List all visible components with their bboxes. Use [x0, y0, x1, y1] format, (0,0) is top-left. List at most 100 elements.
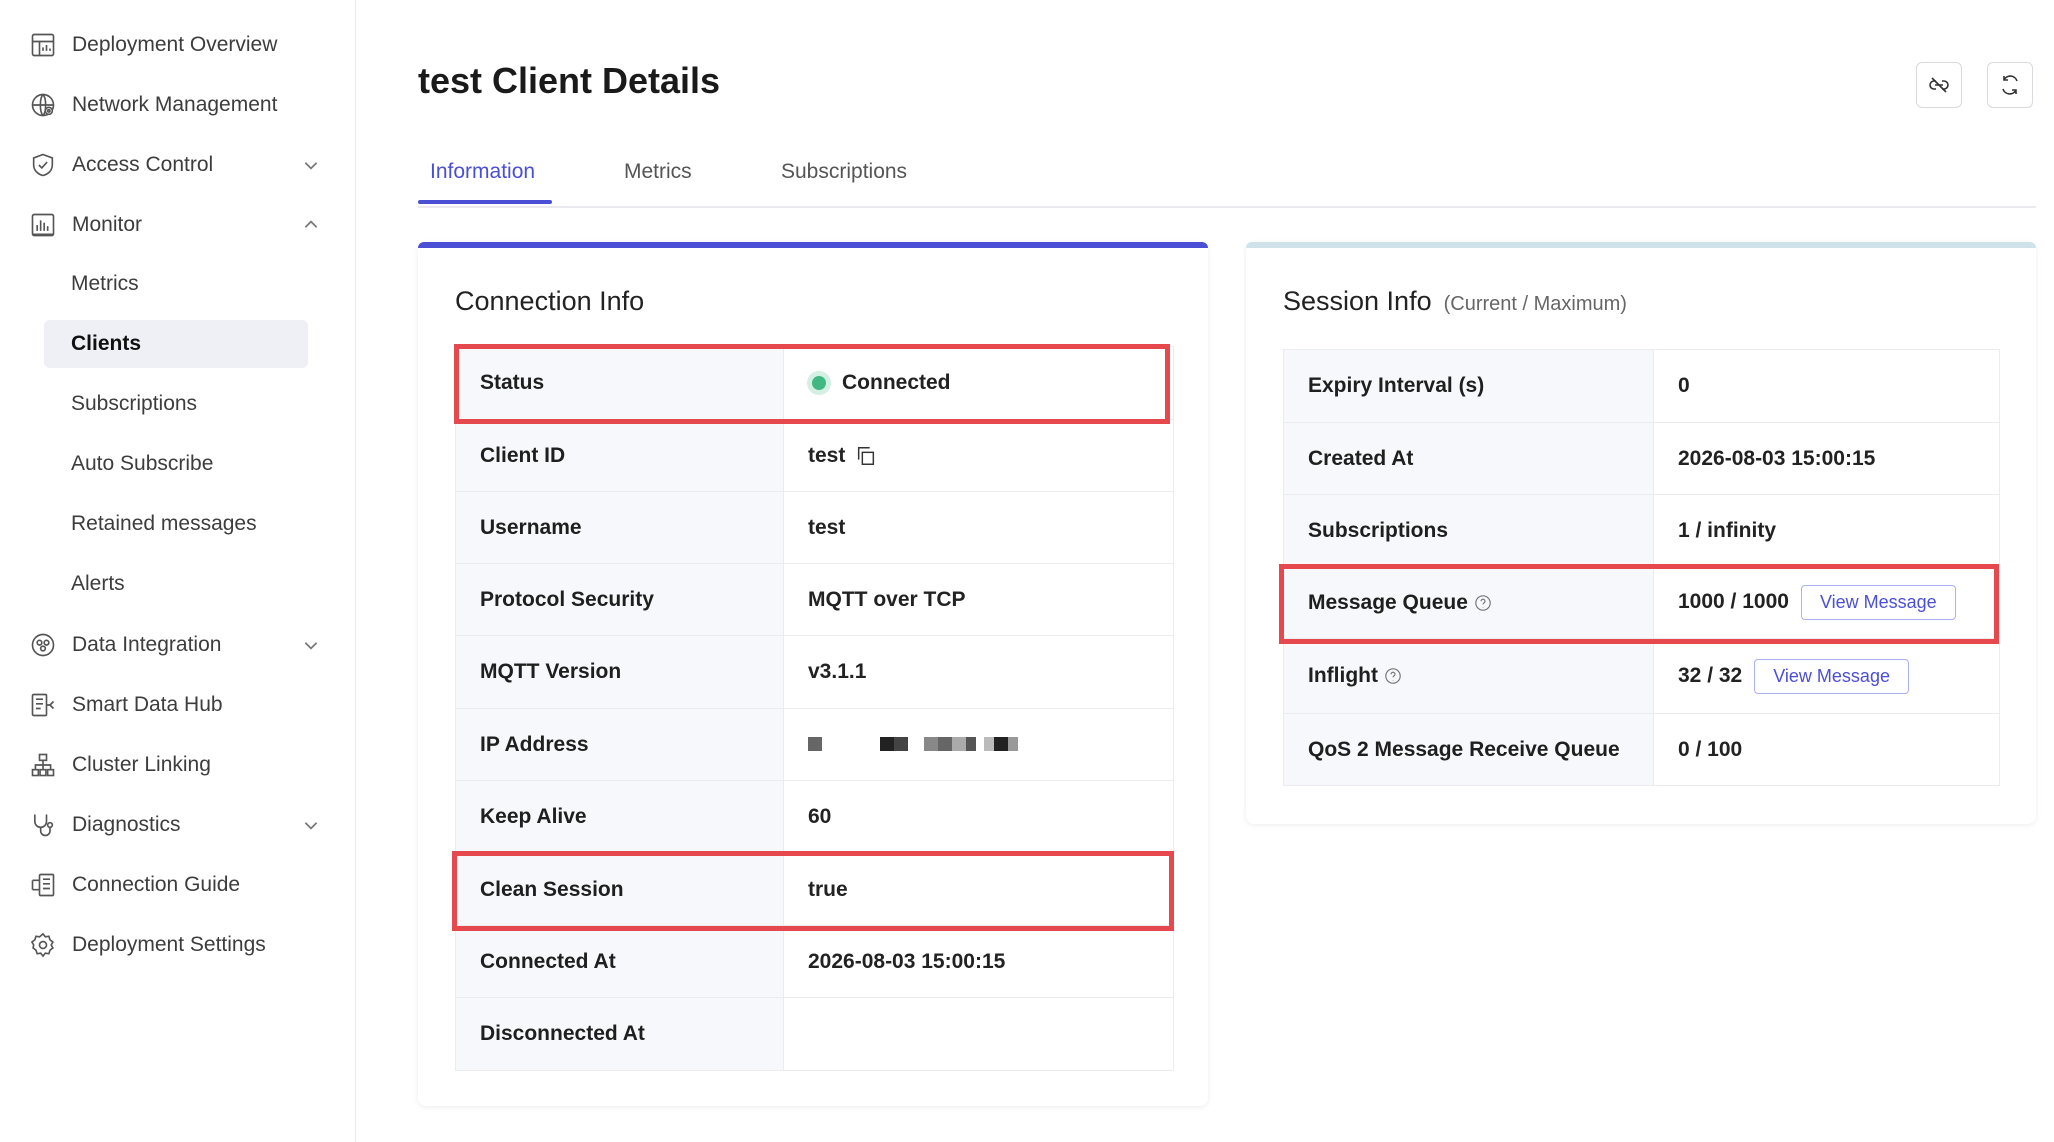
sidebar-item-label: Diagnostics [72, 813, 181, 836]
ip-address-redacted [808, 736, 1018, 751]
sidebar-sub-retained-messages[interactable]: Retained messages [44, 500, 308, 548]
row-value: test [783, 419, 1174, 492]
session-info-table: Expiry Interval (s) 0 Created At 2026-08… [1283, 349, 2000, 786]
table-row: Connected At 2026-08-03 15:00:15 [455, 925, 1174, 998]
cluster-icon [28, 750, 58, 780]
gear-icon [28, 930, 58, 960]
chevron-down-icon [304, 822, 318, 830]
table-row: Disconnected At [455, 997, 1174, 1071]
row-value: 0 [1653, 349, 2000, 423]
sidebar-item-cluster-linking[interactable]: Cluster Linking [28, 740, 320, 790]
card-subtitle: (Current / Maximum) [1443, 293, 1627, 315]
sidebar-item-data-integration[interactable]: Data Integration [28, 620, 320, 670]
row-value: true [783, 853, 1174, 926]
table-row: Clean Session true [455, 853, 1174, 926]
row-label: Username [455, 491, 784, 564]
sidebar-sub-clients[interactable]: Clients [44, 320, 308, 368]
row-label: Status [455, 346, 784, 420]
row-label: MQTT Version [455, 635, 784, 709]
tab-subscriptions[interactable]: Subscriptions [781, 160, 907, 204]
sidebar-item-diagnostics[interactable]: Diagnostics [28, 800, 320, 850]
sidebar-item-deployment-overview[interactable]: Deployment Overview [28, 20, 320, 70]
row-value: 1000 / 1000 View Message [1653, 566, 2000, 639]
sidebar-item-label: Connection Guide [72, 873, 241, 896]
sidebar-item-network-management[interactable]: Network Management [28, 80, 320, 130]
chevron-down-icon [304, 162, 318, 170]
sidebar-sub-label: Retained messages [71, 512, 257, 535]
table-row: QoS 2 Message Receive Queue 0 / 100 [1283, 713, 2000, 786]
sidebar-sub-auto-subscribe[interactable]: Auto Subscribe [44, 440, 308, 488]
row-value: Connected [783, 346, 1174, 420]
table-row: Keep Alive 60 [455, 780, 1174, 854]
row-label: Message Queue [1283, 566, 1654, 639]
inflight-value: 32 / 32 [1678, 663, 1743, 687]
view-message-button[interactable]: View Message [1754, 658, 1909, 694]
bar-chart-icon [28, 210, 58, 240]
connection-info-table: Status Connected Client ID test Username… [455, 346, 1174, 1071]
view-message-button[interactable]: View Message [1800, 585, 1956, 620]
sidebar-item-label: Smart Data Hub [72, 693, 223, 716]
sidebar-sub-label: Subscriptions [71, 392, 198, 415]
message-queue-value: 1000 / 1000 [1678, 590, 1789, 614]
row-label: Created At [1283, 422, 1654, 495]
chevron-up-icon [304, 220, 318, 228]
sidebar-item-connection-guide[interactable]: Connection Guide [28, 860, 320, 910]
sidebar-item-access-control[interactable]: Access Control [28, 140, 320, 190]
row-label: Client ID [455, 419, 784, 492]
active-tab-indicator [418, 200, 552, 204]
table-row: Inflight 32 / 32 View Message [1283, 638, 2000, 714]
row-label: Disconnected At [455, 997, 784, 1071]
row-value: 1 / infinity [1653, 494, 2000, 567]
row-label: Keep Alive [455, 780, 784, 854]
row-label: Inflight [1283, 638, 1654, 714]
connection-info-card: Connection Info Status Connected Client … [418, 242, 1208, 1106]
client-id-value: test [808, 443, 846, 467]
status-dot-icon [812, 376, 826, 391]
table-row: Client ID test [455, 419, 1174, 492]
help-icon[interactable] [1384, 667, 1402, 685]
sidebar-sub-label: Clients [71, 332, 142, 355]
tab-bar: Information Metrics Subscriptions [418, 150, 2036, 208]
help-icon[interactable] [1474, 594, 1492, 612]
dashboard-icon [28, 30, 58, 60]
copy-icon[interactable] [855, 445, 877, 467]
card-title-text: Session Info [1283, 286, 1432, 316]
sidebar-sub-subscriptions[interactable]: Subscriptions [44, 380, 308, 428]
globe-icon [28, 90, 58, 120]
page-title: test Client Details [418, 60, 721, 101]
row-value: 2026-08-03 15:00:15 [783, 925, 1174, 998]
data-hub-icon [28, 690, 58, 720]
guide-icon [28, 870, 58, 900]
table-row: IP Address [455, 708, 1174, 781]
table-row: Username test [455, 491, 1174, 564]
sidebar-sub-label: Metrics [71, 272, 139, 295]
row-value: 0 / 100 [1653, 713, 2000, 786]
tab-information[interactable]: Information [430, 160, 535, 204]
tab-metrics[interactable]: Metrics [624, 160, 692, 204]
sidebar-item-label: Monitor [72, 213, 143, 236]
row-value [783, 997, 1174, 1071]
link-break-icon [1929, 77, 1949, 93]
sidebar-item-deployment-settings[interactable]: Deployment Settings [28, 920, 320, 970]
sidebar-item-label: Access Control [72, 153, 214, 176]
session-info-card: Session Info (Current / Maximum) Expiry I… [1246, 242, 2036, 824]
table-row: Message Queue 1000 / 1000 View Message [1283, 566, 2000, 639]
row-value: 60 [783, 780, 1174, 854]
row-value: MQTT over TCP [783, 563, 1174, 636]
row-label: Expiry Interval (s) [1283, 349, 1654, 423]
sidebar-sub-metrics[interactable]: Metrics [44, 260, 308, 308]
sidebar-sub-label: Auto Subscribe [71, 452, 214, 475]
row-label: Subscriptions [1283, 494, 1654, 567]
sidebar-item-label: Data Integration [72, 633, 222, 656]
sidebar-sub-alerts[interactable]: Alerts [44, 560, 308, 608]
sidebar-item-smart-data-hub[interactable]: Smart Data Hub [28, 680, 320, 730]
disconnect-button[interactable] [1916, 62, 1962, 108]
sidebar-item-monitor[interactable]: Monitor [28, 200, 320, 250]
row-label: Protocol Security [455, 563, 784, 636]
integration-icon [28, 630, 58, 660]
sidebar-item-label: Deployment Overview [72, 33, 278, 56]
row-value: 2026-08-03 15:00:15 [1653, 422, 2000, 495]
card-title: Connection Info [455, 286, 645, 316]
refresh-button[interactable] [1987, 62, 2033, 108]
table-row: Status Connected [455, 346, 1174, 420]
